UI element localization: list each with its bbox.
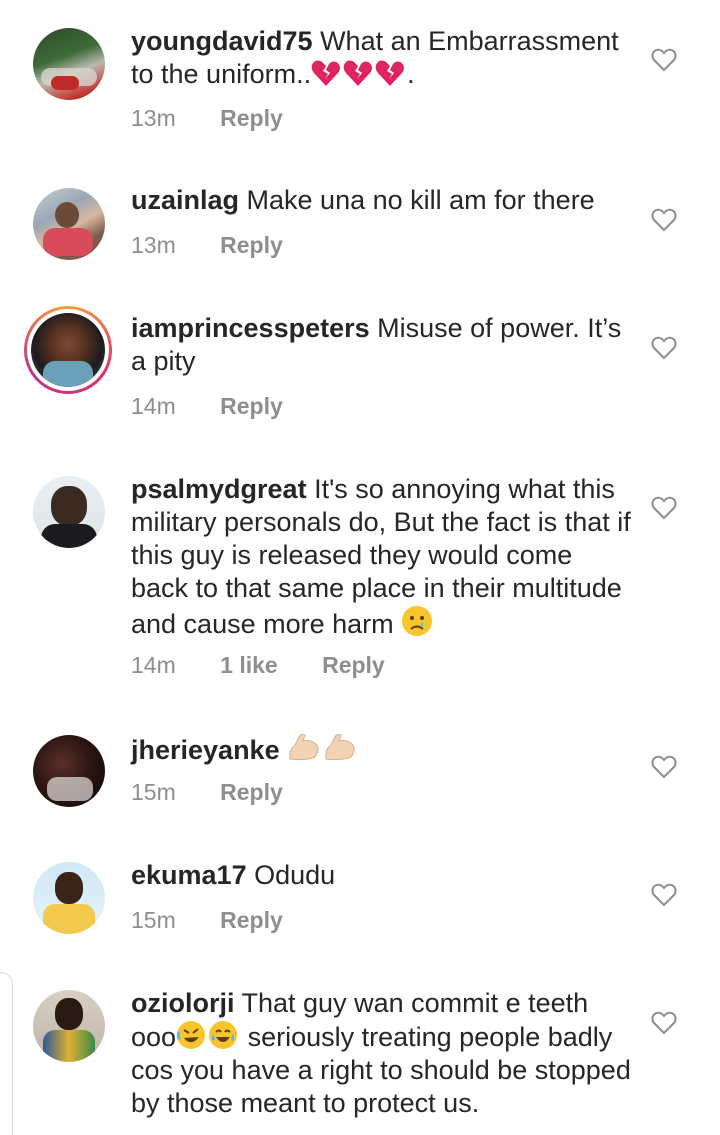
heart-outline-icon[interactable] (651, 883, 677, 907)
avatar[interactable] (33, 735, 105, 807)
comment-meta: 15m Reply (131, 779, 321, 806)
crying-face-icon (402, 606, 433, 636)
comment-body: Make una no kill am for there (246, 185, 595, 215)
flexed-biceps-icon (289, 733, 319, 761)
timestamp: 15m (131, 907, 176, 933)
avatar[interactable] (33, 990, 105, 1062)
comment-text: youngdavid75 What an Embarrassment to th… (131, 25, 631, 91)
comment-body: Odudu (254, 860, 336, 890)
comment-text: jherieyanke (131, 731, 631, 767)
comment-text: oziolorji That guy wan commit e teeth oo… (131, 987, 631, 1120)
reply-button[interactable]: Reply (220, 393, 283, 419)
heart-outline-icon[interactable] (651, 336, 677, 360)
comment-meta: 15m Reply (131, 907, 321, 934)
username[interactable]: jherieyanke (131, 735, 280, 765)
timestamp: 13m (131, 232, 176, 258)
flexed-biceps-icon (325, 733, 355, 761)
reply-button[interactable]: Reply (220, 105, 283, 131)
comment-meta: 14m 1 like Reply (131, 652, 423, 679)
username[interactable]: iamprincesspeters (131, 313, 370, 343)
avatar-story-ring[interactable] (24, 306, 112, 394)
comment-text: iamprincesspeters Misuse of power. It’s … (131, 312, 631, 378)
timestamp: 14m (131, 652, 176, 678)
avatar[interactable] (33, 862, 105, 934)
like-count-button[interactable]: 1 like (220, 652, 278, 678)
reply-button[interactable]: Reply (220, 779, 283, 805)
username[interactable]: psalmydgreat (131, 474, 307, 504)
comment-meta: 13m Reply (131, 232, 321, 259)
timestamp: 15m (131, 779, 176, 805)
username[interactable]: ekuma17 (131, 860, 247, 890)
comment-text: uzainlag Make una no kill am for there (131, 184, 631, 217)
edge-divider (0, 972, 13, 1135)
username[interactable]: youngdavid75 (131, 26, 313, 56)
heart-outline-icon[interactable] (651, 208, 677, 232)
tears-of-joy-icon (209, 1021, 238, 1049)
comment-meta: 14m Reply (131, 393, 321, 420)
broken-heart-icon (311, 60, 341, 86)
heart-outline-icon[interactable] (651, 48, 677, 72)
reply-button[interactable]: Reply (220, 907, 283, 933)
comment-suffix: . (407, 59, 415, 89)
rolling-laughing-icon (176, 1021, 206, 1049)
avatar[interactable] (33, 188, 105, 260)
comment-text: ekuma17 Odudu (131, 859, 631, 892)
heart-outline-icon[interactable] (651, 496, 677, 520)
heart-outline-icon[interactable] (651, 1011, 677, 1035)
avatar[interactable] (33, 476, 105, 548)
reply-button[interactable]: Reply (220, 232, 283, 258)
reply-button[interactable]: Reply (322, 652, 385, 678)
timestamp: 14m (131, 393, 176, 419)
comment-text: psalmydgreat It's so annoying what this … (131, 473, 631, 641)
username[interactable]: oziolorji (131, 988, 235, 1018)
broken-heart-icon (375, 60, 405, 86)
avatar[interactable] (33, 28, 105, 100)
timestamp: 13m (131, 105, 176, 131)
comment-meta: 13m Reply (131, 105, 321, 132)
username[interactable]: uzainlag (131, 185, 239, 215)
broken-heart-icon (343, 60, 373, 86)
heart-outline-icon[interactable] (651, 755, 677, 779)
